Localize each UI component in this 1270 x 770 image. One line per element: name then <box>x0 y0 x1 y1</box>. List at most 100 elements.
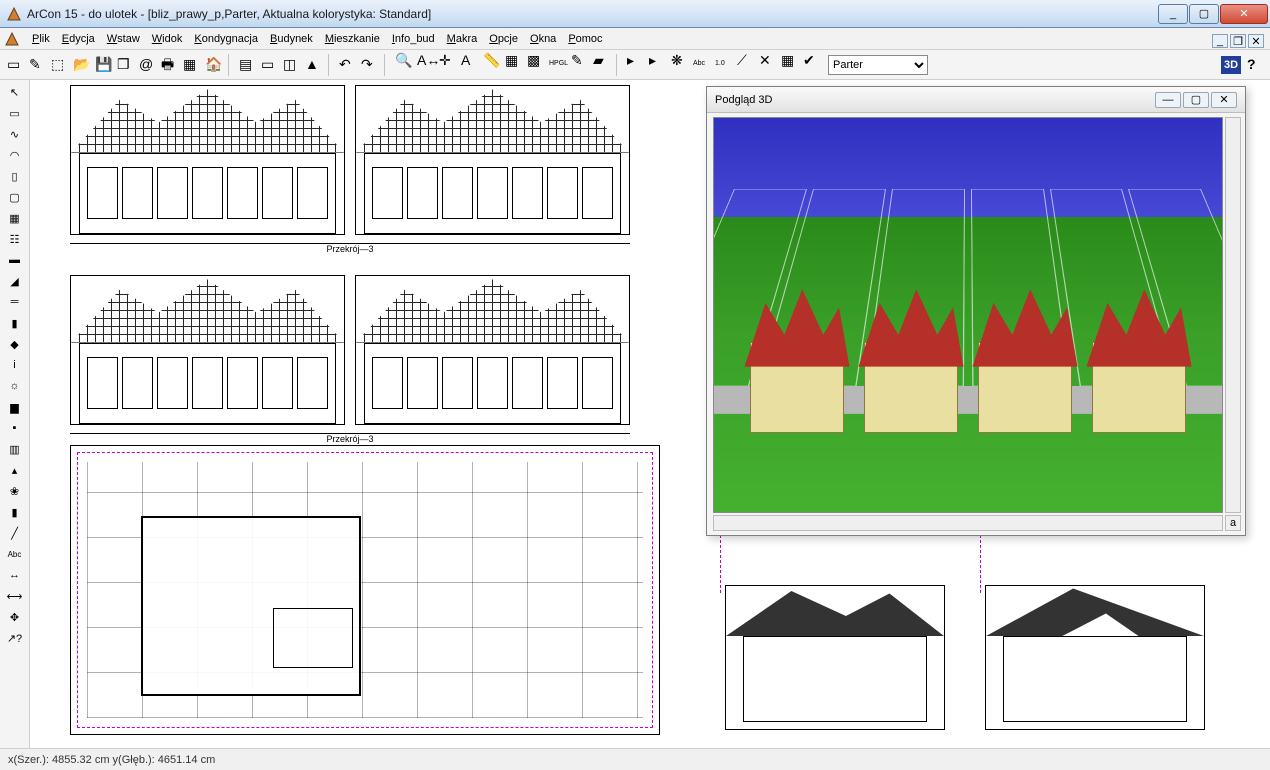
open-icon[interactable]: 📂 <box>70 54 92 76</box>
layers-icon[interactable]: ▦ <box>180 54 202 76</box>
dim-tool[interactable]: ↔ <box>3 565 27 585</box>
window-minimize-button[interactable]: _ <box>1158 4 1188 24</box>
check-icon[interactable]: ✔ <box>800 50 822 72</box>
red-square-tool[interactable]: ▪ <box>3 418 27 438</box>
plant-tool[interactable]: ❀ <box>3 481 27 501</box>
curve-tool[interactable]: ∿ <box>3 124 27 144</box>
column-tool[interactable]: ▮ <box>3 313 27 333</box>
pencil-icon[interactable]: ✎ <box>568 50 590 72</box>
menu-okna[interactable]: Okna <box>524 31 562 47</box>
preview-3d-viewport[interactable] <box>713 117 1223 513</box>
menu-plik[interactable]: Plik <box>26 31 56 47</box>
text-icon[interactable]: A <box>458 50 480 72</box>
preview-maximize-button[interactable]: ▢ <box>1183 92 1209 108</box>
flag2-icon[interactable]: ▸ <box>646 50 668 72</box>
menu-kondygnacja[interactable]: Kondygnacja <box>188 31 264 47</box>
roof-icon[interactable]: ▲ <box>302 54 324 76</box>
undo-icon[interactable]: ↶ <box>336 54 358 76</box>
info-tool[interactable]: i <box>3 355 27 375</box>
hpgl-icon[interactable]: HPGL <box>546 57 568 79</box>
angle-icon[interactable]: ⟋ <box>734 50 756 72</box>
doc-icon[interactable]: ▤ <box>236 54 258 76</box>
menu-edycja[interactable]: Edycja <box>56 31 101 47</box>
dim2-tool[interactable]: ⟷ <box>3 586 27 606</box>
preview-3d-titlebar[interactable]: Podgląd 3D — ▢ ✕ <box>707 87 1245 113</box>
help-button[interactable]: ? <box>1244 54 1266 76</box>
menu-widok[interactable]: Widok <box>146 31 189 47</box>
toolbar-top: ▭✎⬚📂💾❐@🖶▦🏠 ▤▭◫▲ ↶↷ 🔍A↔✛A📏▦▩HPGL✎▰ ▸▸❋Abc… <box>0 50 1270 80</box>
target-icon[interactable]: ✛ <box>436 50 458 72</box>
preview-3d-window[interactable]: Podgląd 3D — ▢ ✕ a <box>706 86 1246 536</box>
beam-tool[interactable]: ═ <box>3 292 27 312</box>
menu-info_bud[interactable]: Info_bud <box>386 31 441 47</box>
redo-icon[interactable]: ↷ <box>358 54 380 76</box>
hatch-tool[interactable]: ▮ <box>3 502 27 522</box>
toolbar-right-group: 3D ? <box>1221 54 1266 76</box>
floor-select[interactable]: Parter <box>828 55 928 75</box>
elevation-drawing <box>355 275 630 425</box>
roof-tool[interactable]: ◢ <box>3 271 27 291</box>
preview-scrollbar-horizontal[interactable] <box>713 515 1223 531</box>
wizard-icon[interactable]: ✎ <box>26 54 48 76</box>
print-icon[interactable]: 🖶 <box>158 54 180 76</box>
elevation-label: Przekrój—3 <box>70 243 630 254</box>
mdi-restore-button[interactable]: ❐ <box>1230 34 1246 48</box>
preview-corner-button[interactable]: a <box>1225 515 1241 531</box>
window-icon[interactable]: ▭ <box>258 54 280 76</box>
flag3-icon[interactable]: ❋ <box>668 50 690 72</box>
app-icon <box>6 6 22 22</box>
grid-icon[interactable]: ▦ <box>502 50 524 72</box>
flag-red-icon[interactable]: ▸ <box>624 50 646 72</box>
window-maximize-button[interactable]: ▢ <box>1189 4 1219 24</box>
coordinates-readout: x(Szer.): 4855.32 cm y(Głęb.): 4651.14 c… <box>8 754 215 766</box>
stairs-tool[interactable]: ☷ <box>3 229 27 249</box>
zoom-text-icon[interactable]: A↔ <box>414 50 436 72</box>
x-icon[interactable]: ✕ <box>756 50 778 72</box>
preview-minimize-button[interactable]: — <box>1155 92 1181 108</box>
menu-budynek[interactable]: Budynek <box>264 31 319 47</box>
brush-icon[interactable]: ▰ <box>590 50 612 72</box>
view-3d-button[interactable]: 3D <box>1221 56 1241 74</box>
panel-icon[interactable]: ▦ <box>778 50 800 72</box>
copy-icon[interactable]: ❐ <box>114 54 136 76</box>
text-tool[interactable]: Abc <box>3 544 27 564</box>
building-icon[interactable]: 🏠 <box>202 54 224 76</box>
menu-wstaw[interactable]: Wstaw <box>101 31 146 47</box>
cursor-tool[interactable]: ↖ <box>3 82 27 102</box>
grid2-icon[interactable]: ▩ <box>524 50 546 72</box>
wall-tool[interactable]: ▭ <box>3 103 27 123</box>
door-tool[interactable]: ▯ <box>3 166 27 186</box>
mdi-minimize-button[interactable]: _ <box>1212 34 1228 48</box>
menu-opcje[interactable]: Opcje <box>483 31 524 47</box>
mdi-close-button[interactable]: ✕ <box>1248 34 1264 48</box>
light-tool[interactable]: ☼ <box>3 376 27 396</box>
align-icon[interactable]: ◫ <box>280 54 302 76</box>
menu-mieszkanie[interactable]: Mieszkanie <box>319 31 386 47</box>
zoom-icon[interactable]: 🔍 <box>392 50 414 72</box>
line-tool[interactable]: ╱ <box>3 523 27 543</box>
new-icon[interactable]: ▭ <box>4 54 26 76</box>
cursor3-tool[interactable]: ↗? <box>3 628 27 648</box>
preview-3d-controls: — ▢ ✕ <box>1155 92 1237 108</box>
green-panel-tool[interactable]: ▥ <box>3 439 27 459</box>
abc-icon[interactable]: Abc <box>690 57 712 79</box>
terrain-tool[interactable]: ▴ <box>3 460 27 480</box>
floor-plan <box>70 445 660 735</box>
preview-close-button[interactable]: ✕ <box>1211 92 1237 108</box>
cursor2-tool[interactable]: ✥ <box>3 607 27 627</box>
select-icon[interactable]: ⬚ <box>48 54 70 76</box>
menu-pomoc[interactable]: Pomoc <box>562 31 608 47</box>
slab-tool[interactable]: ▬ <box>3 250 27 270</box>
menu-makra[interactable]: Makra <box>441 31 484 47</box>
window-tool[interactable]: ▢ <box>3 187 27 207</box>
arc-tool[interactable]: ◠ <box>3 145 27 165</box>
ruler-icon[interactable]: 📏 <box>480 50 502 72</box>
email-icon[interactable]: @ <box>136 54 158 76</box>
window-close-button[interactable]: ✕ <box>1220 4 1268 24</box>
red-block-tool[interactable]: ▆ <box>3 397 27 417</box>
object-tool[interactable]: ◆ <box>3 334 27 354</box>
dim-icon[interactable]: 1.0 <box>712 57 734 79</box>
preview-scrollbar-vertical[interactable] <box>1225 117 1241 513</box>
save-icon[interactable]: 💾 <box>92 54 114 76</box>
grid-tool[interactable]: ▦ <box>3 208 27 228</box>
